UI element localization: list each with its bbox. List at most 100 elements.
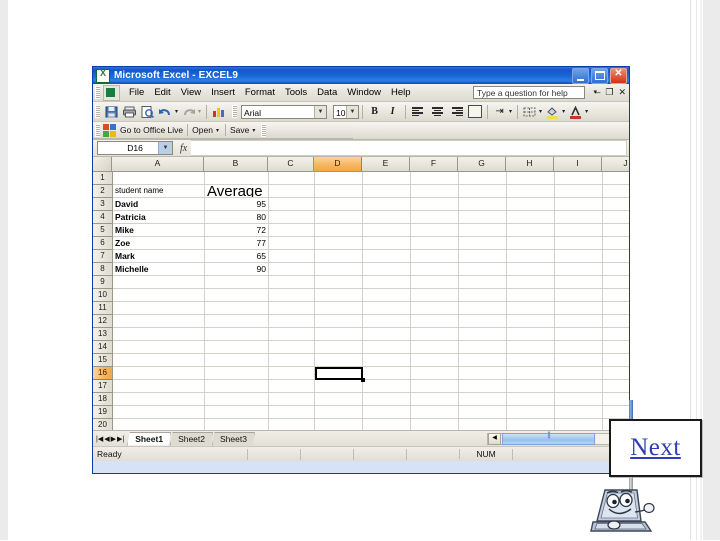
indent-icon[interactable]: ⇥ <box>491 104 508 120</box>
name-box-dropdown-icon[interactable]: ▼ <box>158 142 172 154</box>
select-all-button[interactable] <box>93 157 112 171</box>
menu-grip-handle[interactable] <box>95 86 100 99</box>
menu-item-data[interactable]: Data <box>312 86 342 99</box>
scroll-left-button[interactable]: ◀ <box>488 432 501 445</box>
cell-H13[interactable] <box>507 328 555 341</box>
first-sheet-icon[interactable]: |◀ <box>96 435 103 443</box>
cell-D6[interactable] <box>315 237 363 250</box>
row-header-20[interactable]: 20 <box>93 419 112 430</box>
cell-E6[interactable] <box>363 237 411 250</box>
cell-E11[interactable] <box>363 302 411 315</box>
cell-I20[interactable] <box>555 419 603 430</box>
cell-D9[interactable] <box>315 276 363 289</box>
cell-F11[interactable] <box>411 302 459 315</box>
cell-C9[interactable] <box>269 276 315 289</box>
cell-J16[interactable] <box>603 367 629 380</box>
cell-F2[interactable] <box>411 185 459 198</box>
office-live-save-dropdown-icon[interactable]: ▾ <box>252 127 255 134</box>
cell-E15[interactable] <box>363 354 411 367</box>
fill-color-icon[interactable] <box>544 104 561 120</box>
cell-B3[interactable]: 95 <box>205 198 269 211</box>
cell-E10[interactable] <box>363 289 411 302</box>
menu-item-view[interactable]: View <box>176 86 206 99</box>
cell-D8[interactable] <box>315 263 363 276</box>
cell-A12[interactable] <box>113 315 205 328</box>
cell-J17[interactable] <box>603 380 629 393</box>
row-header-9[interactable]: 9 <box>93 276 112 289</box>
cell-F4[interactable] <box>411 211 459 224</box>
cell-E16[interactable] <box>363 367 411 380</box>
cell-H2[interactable] <box>507 185 555 198</box>
cell-D11[interactable] <box>315 302 363 315</box>
office-live-overflow-handle[interactable] <box>261 123 267 137</box>
cell-F12[interactable] <box>411 315 459 328</box>
cell-G5[interactable] <box>459 224 507 237</box>
cell-A4[interactable]: Patricia <box>113 211 205 224</box>
row-header-14[interactable]: 14 <box>93 341 112 354</box>
cell-G10[interactable] <box>459 289 507 302</box>
cell-H19[interactable] <box>507 406 555 419</box>
cell-J14[interactable] <box>603 341 629 354</box>
cell-G9[interactable] <box>459 276 507 289</box>
cell-H15[interactable] <box>507 354 555 367</box>
cell-I7[interactable] <box>555 250 603 263</box>
row-header-7[interactable]: 7 <box>93 250 112 263</box>
cell-B6[interactable]: 77 <box>205 237 269 250</box>
cell-I8[interactable] <box>555 263 603 276</box>
cell-C13[interactable] <box>269 328 315 341</box>
cell-G8[interactable] <box>459 263 507 276</box>
cell-B10[interactable] <box>205 289 269 302</box>
cell-I17[interactable] <box>555 380 603 393</box>
cell-C12[interactable] <box>269 315 315 328</box>
cell-G4[interactable] <box>459 211 507 224</box>
name-box[interactable]: D16 ▼ <box>97 141 173 155</box>
row-header-11[interactable]: 11 <box>93 302 112 315</box>
cell-C2[interactable] <box>269 185 315 198</box>
cell-E1[interactable] <box>363 172 411 185</box>
cell-F14[interactable] <box>411 341 459 354</box>
toolbar-grip-handle[interactable] <box>95 105 100 118</box>
cell-I2[interactable] <box>555 185 603 198</box>
align-left-icon[interactable] <box>409 104 429 120</box>
cell-H11[interactable] <box>507 302 555 315</box>
merge-and-center-icon[interactable] <box>466 104 483 120</box>
cell-C8[interactable] <box>269 263 315 276</box>
cell-F16[interactable] <box>411 367 459 380</box>
undo-icon[interactable] <box>157 104 174 120</box>
cell-D18[interactable] <box>315 393 363 406</box>
cell-F18[interactable] <box>411 393 459 406</box>
cell-J5[interactable] <box>603 224 629 237</box>
column-header-j[interactable]: J <box>602 157 629 171</box>
font-name-dropdown-icon[interactable]: ▼ <box>314 105 327 118</box>
cell-C17[interactable] <box>269 380 315 393</box>
cell-D19[interactable] <box>315 406 363 419</box>
cell-I16[interactable] <box>555 367 603 380</box>
cell-I1[interactable] <box>555 172 603 185</box>
formula-input[interactable] <box>191 140 627 156</box>
column-header-b[interactable]: B <box>204 157 268 171</box>
cell-F19[interactable] <box>411 406 459 419</box>
menu-item-format[interactable]: Format <box>240 86 280 99</box>
row-header-17[interactable]: 17 <box>93 380 112 393</box>
cell-E12[interactable] <box>363 315 411 328</box>
cell-J7[interactable] <box>603 250 629 263</box>
row-header-4[interactable]: 4 <box>93 211 112 224</box>
go-to-office-live-button[interactable]: Go to Office Live <box>120 125 183 135</box>
office-live-open-button[interactable]: Open <box>192 125 213 135</box>
cell-E14[interactable] <box>363 341 411 354</box>
doc-close-button[interactable]: ✕ <box>618 87 626 98</box>
cell-G2[interactable] <box>459 185 507 198</box>
cell-B17[interactable] <box>205 380 269 393</box>
cell-D12[interactable] <box>315 315 363 328</box>
row-header-6[interactable]: 6 <box>93 237 112 250</box>
cell-G18[interactable] <box>459 393 507 406</box>
row-header-12[interactable]: 12 <box>93 315 112 328</box>
cell-E7[interactable] <box>363 250 411 263</box>
cell-C10[interactable] <box>269 289 315 302</box>
cell-J3[interactable] <box>603 198 629 211</box>
horizontal-scrollbar[interactable]: ◀ <box>487 432 627 445</box>
office-live-grip-handle[interactable] <box>95 123 100 137</box>
cell-A13[interactable] <box>113 328 205 341</box>
cell-B11[interactable] <box>205 302 269 315</box>
cell-B5[interactable]: 72 <box>205 224 269 237</box>
